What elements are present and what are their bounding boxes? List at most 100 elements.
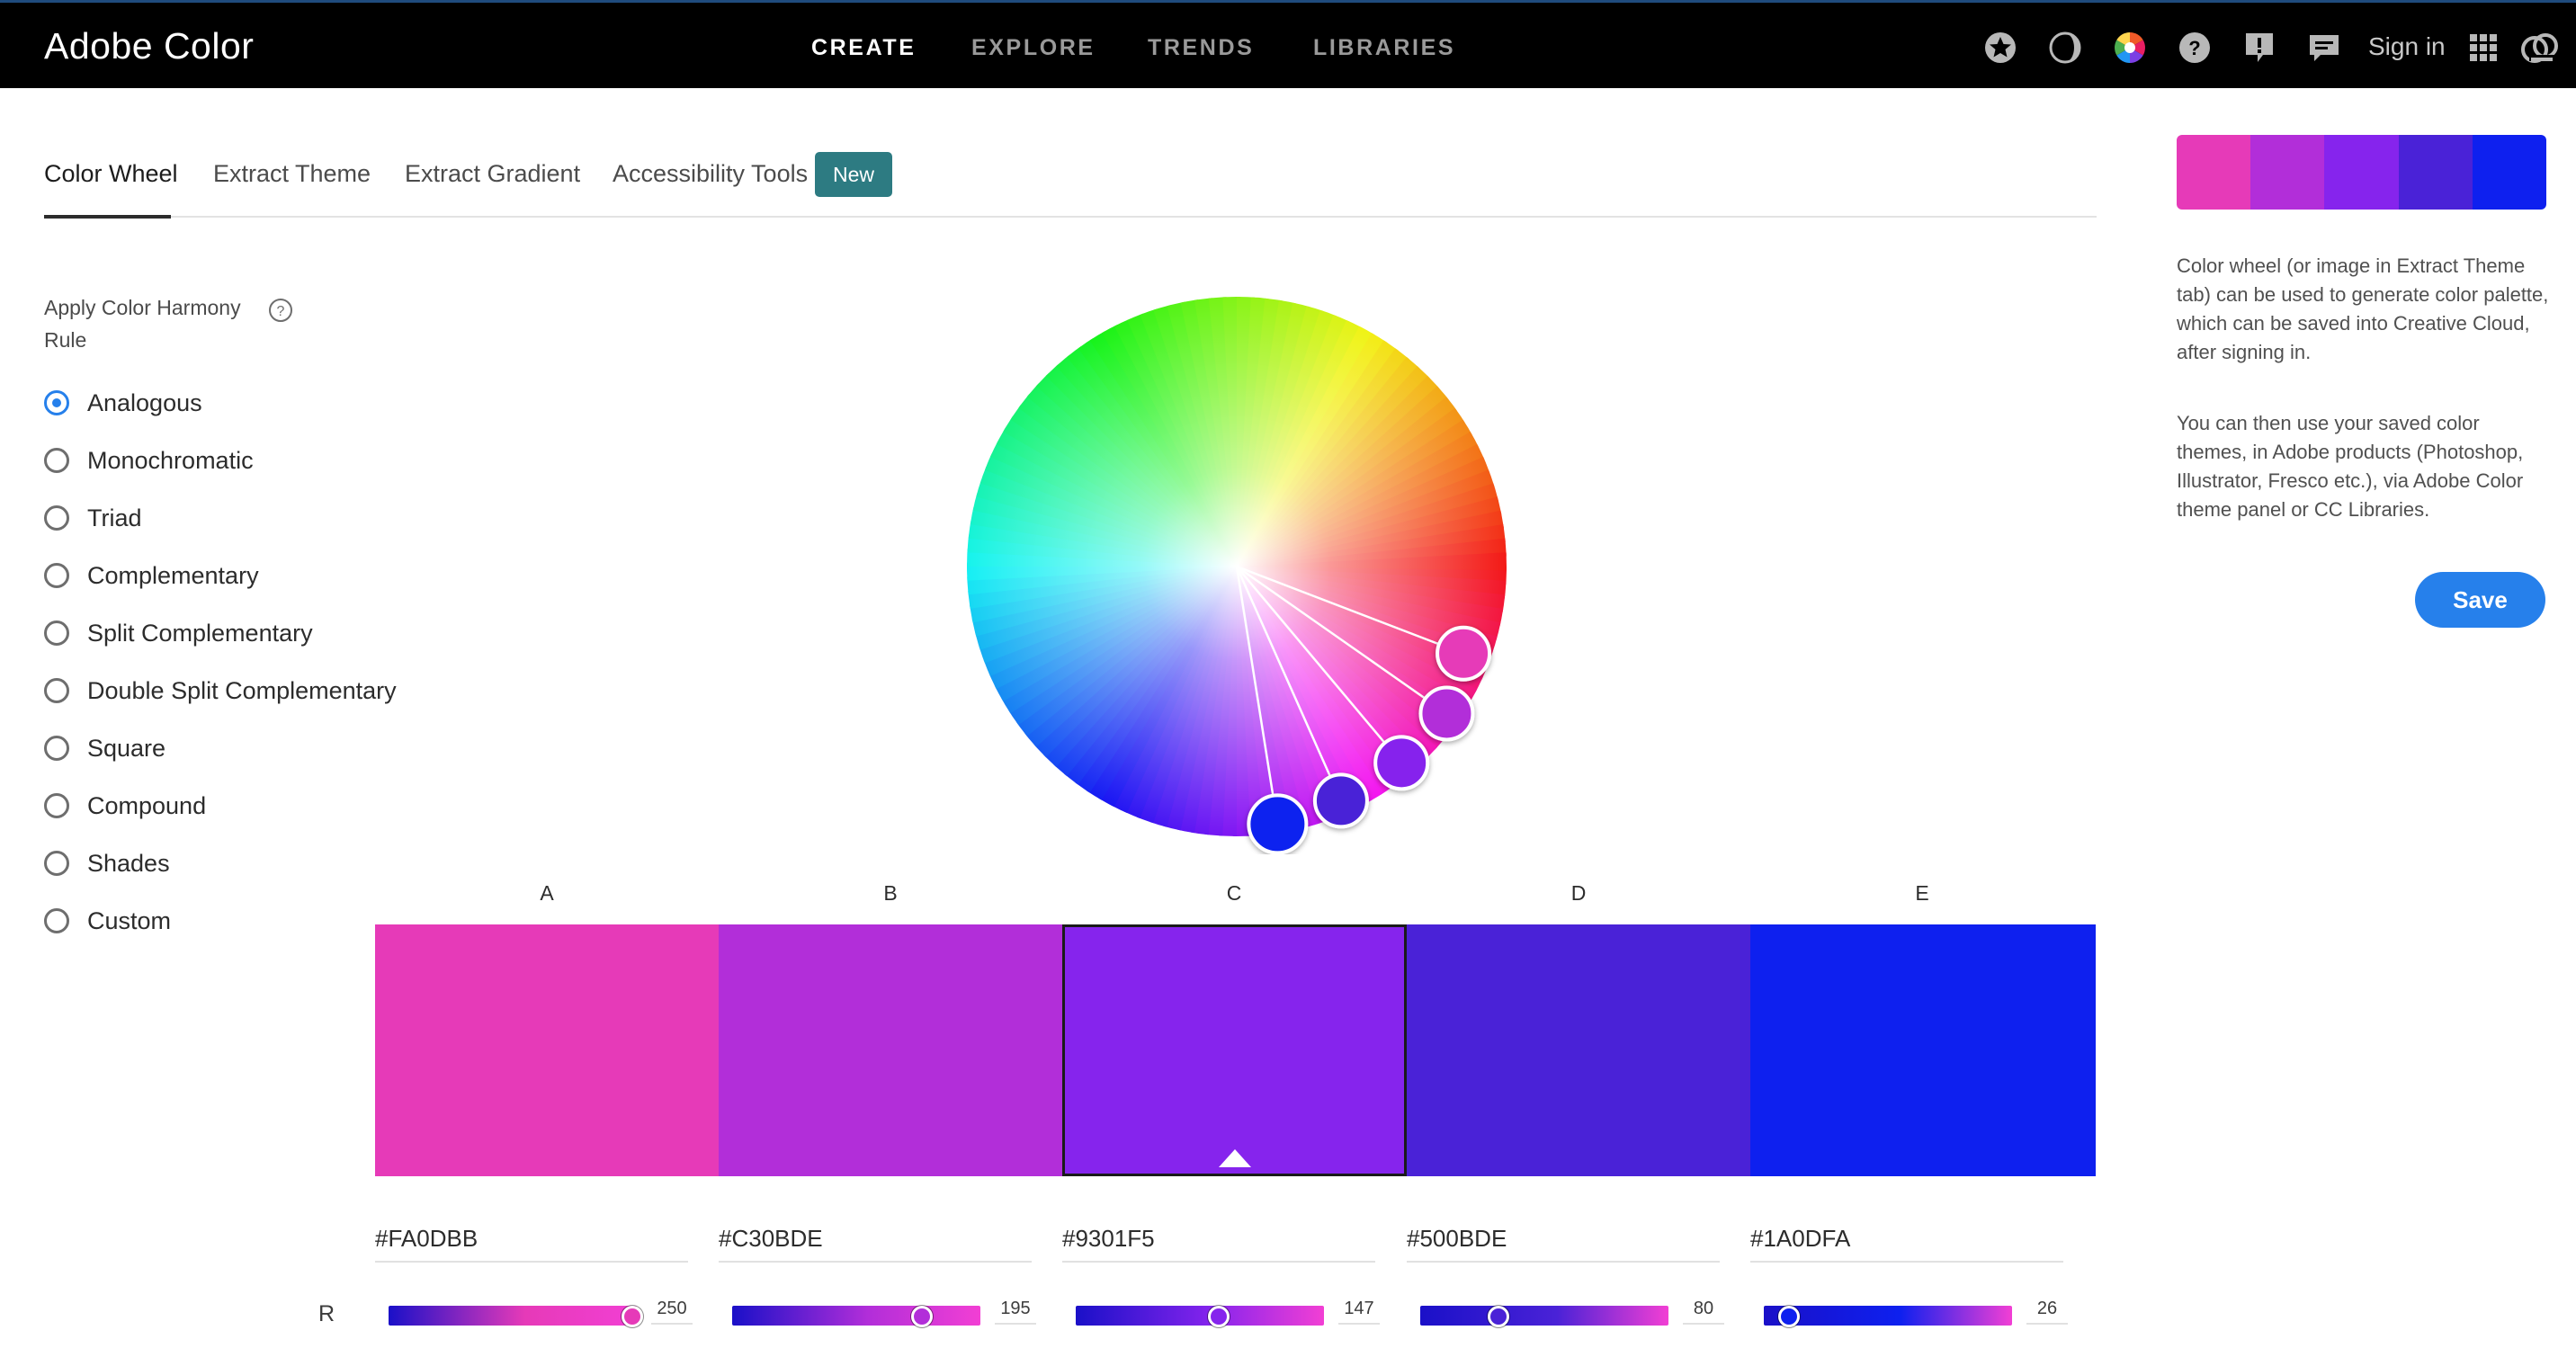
wheel-handle-e[interactable] bbox=[1247, 793, 1309, 854]
color-swatch-c[interactable] bbox=[1062, 924, 1407, 1176]
hex-input-b[interactable]: #C30BDE bbox=[719, 1219, 1032, 1263]
svg-text:?: ? bbox=[277, 304, 285, 319]
red-slider-a[interactable] bbox=[389, 1306, 637, 1326]
hex-input-d[interactable]: #500BDE bbox=[1407, 1219, 1720, 1263]
harmony-rule-heading: Apply Color Harmony Rule bbox=[44, 296, 241, 352]
nav-create[interactable]: CREATE bbox=[811, 35, 917, 61]
swatch-letter-e: E bbox=[1915, 881, 1929, 905]
top-bar: Adobe Color CREATE EXPLORE TRENDS LIBRAR… bbox=[0, 0, 2576, 88]
color-swatch-a[interactable] bbox=[375, 924, 720, 1176]
radio-label: Analogous bbox=[87, 388, 202, 416]
slider-thumb[interactable] bbox=[1208, 1306, 1230, 1327]
creative-cloud-icon[interactable] bbox=[2518, 30, 2560, 66]
preview-color-d bbox=[2398, 135, 2473, 210]
radio-label: Complementary bbox=[87, 561, 259, 589]
slider-thumb[interactable] bbox=[911, 1306, 934, 1327]
radio-label: Split Complementary bbox=[87, 619, 313, 647]
radio-button[interactable] bbox=[44, 678, 69, 703]
info-text-palette: Color wheel (or image in Extract Theme t… bbox=[2177, 254, 2549, 363]
red-slider-e[interactable] bbox=[1764, 1306, 2012, 1326]
red-slider-b[interactable] bbox=[732, 1306, 980, 1326]
selected-swatch-caret bbox=[1219, 1149, 1251, 1167]
harmony-option-split-complementary[interactable]: Split Complementary bbox=[44, 615, 313, 651]
preview-color-e bbox=[2472, 135, 2546, 210]
red-slider-c[interactable] bbox=[1076, 1306, 1324, 1326]
preview-color-b bbox=[2250, 135, 2325, 210]
red-value-b[interactable]: 195 bbox=[995, 1299, 1036, 1325]
radio-label: Custom bbox=[87, 906, 172, 934]
tabs-divider bbox=[44, 216, 2097, 218]
harmony-help-icon[interactable]: ? bbox=[268, 298, 293, 323]
harmony-option-triad[interactable]: Triad bbox=[44, 500, 142, 536]
harmony-option-compound[interactable]: Compound bbox=[44, 788, 206, 824]
harmony-option-monochromatic[interactable]: Monochromatic bbox=[44, 442, 254, 478]
harmony-option-complementary[interactable]: Complementary bbox=[44, 558, 259, 594]
new-badge: New bbox=[815, 152, 892, 197]
radio-button[interactable] bbox=[44, 448, 69, 473]
info-text-products: You can then use your saved color themes… bbox=[2177, 412, 2524, 521]
radio-label: Compound bbox=[87, 791, 207, 819]
radio-label: Square bbox=[87, 734, 166, 762]
swatch-letter-c: C bbox=[1226, 881, 1242, 905]
red-value-e[interactable]: 26 bbox=[2026, 1299, 2068, 1325]
red-value-c[interactable]: 147 bbox=[1338, 1299, 1380, 1325]
tab-color-wheel[interactable]: Color Wheel bbox=[44, 160, 178, 188]
contrast-half-moon-icon[interactable] bbox=[2047, 30, 2083, 66]
save-button[interactable]: Save bbox=[2415, 572, 2545, 628]
radio-label: Monochromatic bbox=[87, 446, 254, 474]
radio-button[interactable] bbox=[44, 908, 69, 933]
slider-thumb[interactable] bbox=[1778, 1306, 1801, 1327]
radio-button[interactable] bbox=[44, 793, 69, 818]
red-value-d[interactable]: 80 bbox=[1683, 1299, 1724, 1325]
hex-input-e[interactable]: #1A0DFA bbox=[1750, 1219, 2063, 1263]
tab-extract-gradient[interactable]: Extract Gradient bbox=[405, 160, 580, 188]
radio-button[interactable] bbox=[44, 851, 69, 876]
harmony-option-double-split-complementary[interactable]: Double Split Complementary bbox=[44, 673, 397, 709]
feedback-alert-icon[interactable] bbox=[2241, 30, 2277, 66]
color-swatch-b[interactable] bbox=[719, 924, 1063, 1176]
radio-label: Triad bbox=[87, 504, 142, 531]
radio-button[interactable] bbox=[44, 736, 69, 761]
harmony-option-custom[interactable]: Custom bbox=[44, 903, 171, 939]
chat-icon[interactable] bbox=[2306, 30, 2342, 66]
red-value-a[interactable]: 250 bbox=[651, 1299, 693, 1325]
nav-trends[interactable]: TRENDS bbox=[1148, 35, 1254, 61]
sign-in-link[interactable]: Sign in bbox=[2368, 32, 2446, 61]
active-tab-indicator bbox=[44, 215, 171, 219]
brand-logo[interactable]: Adobe Color bbox=[44, 25, 254, 67]
app-grid-icon[interactable] bbox=[2465, 30, 2501, 66]
harmony-option-square[interactable]: Square bbox=[44, 730, 165, 766]
hex-input-c[interactable]: #9301F5 bbox=[1062, 1219, 1375, 1263]
svg-text:?: ? bbox=[2188, 37, 2200, 59]
radio-button[interactable] bbox=[44, 505, 69, 531]
radio-button[interactable] bbox=[44, 563, 69, 588]
harmony-option-shades[interactable]: Shades bbox=[44, 845, 170, 881]
color-swatch-e[interactable] bbox=[1750, 924, 2096, 1176]
nav-libraries[interactable]: LIBRARIES bbox=[1313, 35, 1455, 61]
color-swatch-d[interactable] bbox=[1407, 924, 1751, 1176]
slider-thumb[interactable] bbox=[621, 1306, 643, 1327]
radio-button[interactable] bbox=[44, 620, 69, 646]
swatch-letter-d: D bbox=[1570, 881, 1587, 905]
radio-label: Shades bbox=[87, 849, 170, 877]
favorites-star-icon[interactable] bbox=[1982, 30, 2018, 66]
swatch-letter-b: B bbox=[883, 881, 898, 905]
harmony-option-analogous[interactable]: Analogous bbox=[44, 385, 202, 421]
theme-preview-palette bbox=[2177, 135, 2546, 210]
color-wheel[interactable] bbox=[944, 279, 1520, 854]
radio-label: Double Split Complementary bbox=[87, 676, 397, 704]
radio-button[interactable] bbox=[44, 390, 69, 415]
wheel-handle-c[interactable] bbox=[1373, 735, 1430, 791]
wheel-handle-a[interactable] bbox=[1436, 625, 1492, 682]
hex-input-a[interactable]: #FA0DBB bbox=[375, 1219, 688, 1263]
tab-extract-theme[interactable]: Extract Theme bbox=[213, 160, 371, 188]
wheel-handle-b[interactable] bbox=[1418, 685, 1475, 742]
slider-thumb[interactable] bbox=[1487, 1306, 1509, 1327]
wheel-handle-d[interactable] bbox=[1312, 772, 1369, 829]
nav-explore[interactable]: EXPLORE bbox=[971, 35, 1096, 61]
preview-color-a bbox=[2177, 135, 2251, 210]
tab-accessibility-tools[interactable]: Accessibility Tools bbox=[613, 160, 808, 188]
red-slider-d[interactable] bbox=[1420, 1306, 1668, 1326]
help-icon[interactable]: ? bbox=[2177, 30, 2213, 66]
color-wheel-icon[interactable] bbox=[2112, 30, 2148, 66]
